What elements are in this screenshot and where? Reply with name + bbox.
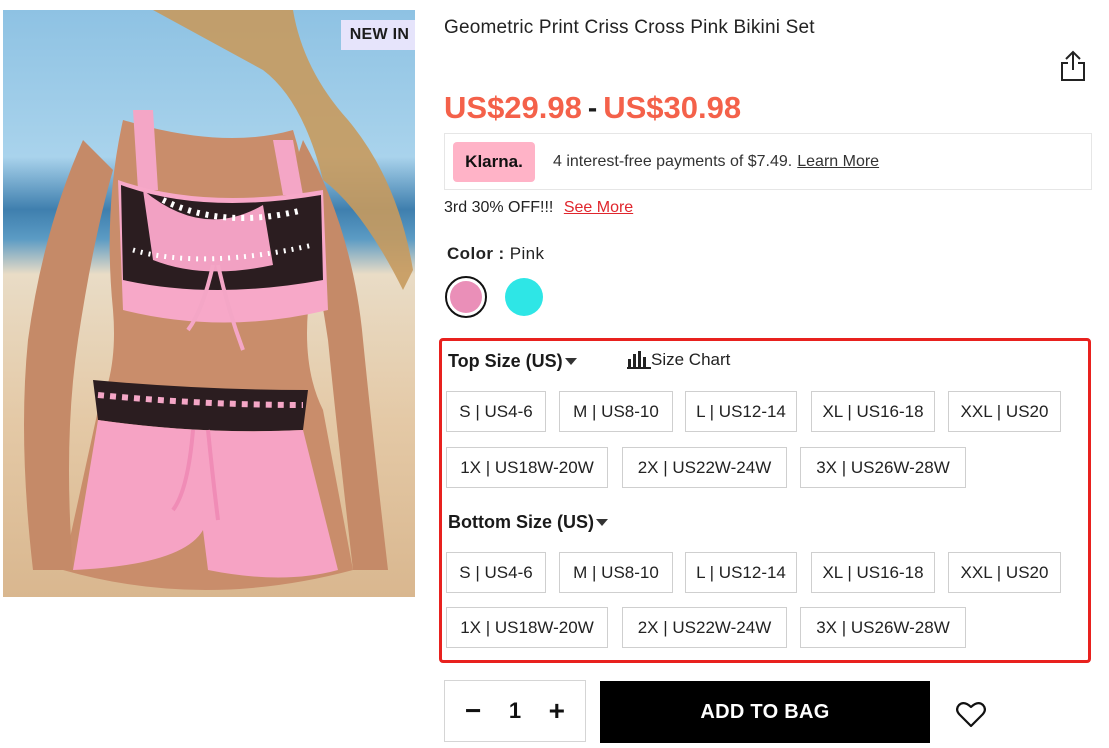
top-size-1x[interactable]: 1X | US18W-20W	[446, 447, 608, 488]
quantity-increase-button[interactable]: +	[549, 697, 565, 725]
color-key: Color :	[447, 244, 505, 263]
bar-chart-icon	[627, 351, 651, 369]
top-size-l[interactable]: L | US12-14	[685, 391, 797, 432]
bottom-size-m[interactable]: M | US8-10	[559, 552, 673, 593]
bottom-size-2x[interactable]: 2X | US22W-24W	[622, 607, 787, 648]
klarna-banner: Klarna. 4 interest-free payments of $7.4…	[444, 133, 1092, 190]
top-size-3x[interactable]: 3X | US26W-28W	[800, 447, 966, 488]
bottom-size-l[interactable]: L | US12-14	[685, 552, 797, 593]
product-image[interactable]: NEW IN	[3, 10, 415, 597]
top-size-header[interactable]: Top Size (US)	[448, 351, 577, 372]
product-title: Geometric Print Criss Cross Pink Bikini …	[444, 17, 815, 38]
size-chart-label: Size Chart	[651, 350, 731, 369]
caret-down-icon	[596, 519, 608, 526]
top-size-s[interactable]: S | US4-6	[446, 391, 546, 432]
swatch-fill-cyan	[505, 278, 543, 316]
bottom-size-3x[interactable]: 3X | US26W-28W	[800, 607, 966, 648]
wishlist-button[interactable]	[955, 698, 987, 730]
caret-down-icon	[564, 358, 577, 365]
color-swatch-pink[interactable]	[445, 276, 487, 318]
klarna-text: 4 interest-free payments of $7.49.	[553, 152, 793, 170]
bottom-size-header[interactable]: Bottom Size (US)	[448, 512, 608, 533]
quantity-decrease-button[interactable]: −	[465, 697, 481, 725]
swatch-fill-pink	[450, 281, 482, 313]
promo-text: 3rd 30% OFF!!!	[444, 199, 554, 216]
bottom-size-xl[interactable]: XL | US16-18	[811, 552, 935, 593]
product-photo-illustration	[24, 10, 413, 590]
bottom-size-label: Bottom Size (US)	[448, 512, 594, 532]
add-to-bag-button[interactable]: ADD TO BAG	[600, 681, 930, 743]
size-chart-link[interactable]: Size Chart	[627, 350, 730, 370]
heart-icon	[956, 702, 986, 728]
price-low: US$29.98	[444, 90, 582, 125]
size-selection-panel: Top Size (US) Size Chart S | US4-6 M | U…	[439, 338, 1091, 663]
price-high: US$30.98	[603, 90, 742, 125]
color-swatch-cyan[interactable]	[503, 276, 545, 318]
color-label: Color : Pink	[447, 244, 544, 264]
share-icon	[1061, 50, 1085, 81]
top-size-label: Top Size (US)	[448, 351, 563, 371]
klarna-logo: Klarna.	[453, 141, 535, 182]
top-size-xxl[interactable]: XXL | US20	[948, 391, 1061, 432]
price-range: US$29.98 - US$30.98	[444, 90, 741, 126]
top-size-xl[interactable]: XL | US16-18	[811, 391, 935, 432]
product-page: NEW IN Geometric Print Criss Cross Pink …	[0, 0, 1109, 748]
promo-see-more-link[interactable]: See More	[564, 199, 633, 216]
price-separator: -	[587, 92, 598, 123]
top-size-m[interactable]: M | US8-10	[559, 391, 673, 432]
promo-row: 3rd 30% OFF!!! See More	[444, 199, 633, 217]
klarna-learn-more-link[interactable]: Learn More	[797, 153, 879, 171]
quantity-value[interactable]: 1	[509, 698, 521, 724]
bottom-size-1x[interactable]: 1X | US18W-20W	[446, 607, 608, 648]
bottom-size-s[interactable]: S | US4-6	[446, 552, 546, 593]
new-in-badge: NEW IN	[341, 20, 415, 50]
top-size-2x[interactable]: 2X | US22W-24W	[622, 447, 787, 488]
color-value: Pink	[509, 244, 545, 263]
quantity-stepper: − 1 +	[444, 680, 586, 742]
share-button[interactable]	[1058, 48, 1088, 84]
bottom-size-xxl[interactable]: XXL | US20	[948, 552, 1061, 593]
